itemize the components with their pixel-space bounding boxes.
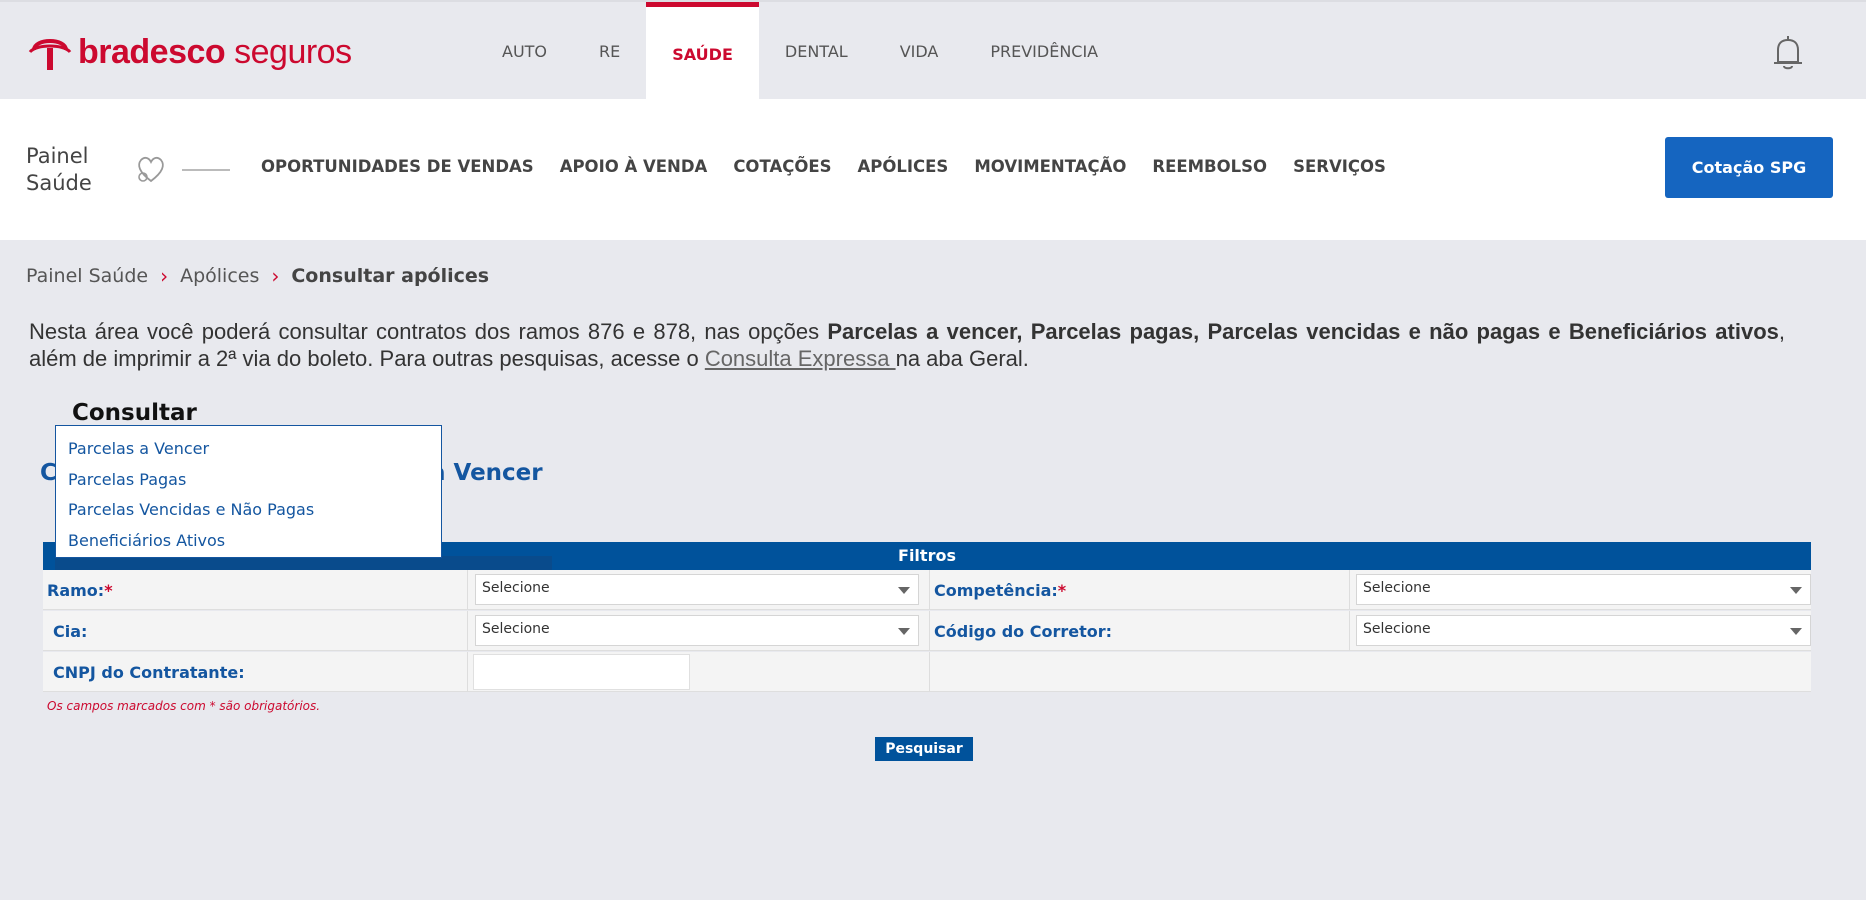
menu-apolices[interactable]: APÓLICES xyxy=(858,157,949,176)
chevron-down-icon xyxy=(898,628,910,635)
menu-apoio-venda[interactable]: APOIO À VENDA xyxy=(560,157,708,176)
breadcrumb-current: Consultar apólices xyxy=(291,265,490,287)
breadcrumb-apolices[interactable]: Apólices xyxy=(180,265,259,287)
section-title-suffix: a Vencer xyxy=(430,460,543,486)
ramo-select-value: Selecione xyxy=(482,580,550,596)
column-divider xyxy=(929,570,930,610)
required-fields-note: Os campos marcados com * são obrigatório… xyxy=(47,699,321,713)
menu-movimentacao[interactable]: MOVIMENTAÇÃO xyxy=(974,157,1126,176)
cia-label: Cia: xyxy=(53,622,88,641)
intro-bold: Parcelas a vencer, Parcelas pagas, Parce… xyxy=(827,319,1779,344)
bradesco-seguros-logo[interactable]: bradesco seguros xyxy=(26,24,352,80)
column-divider xyxy=(1349,611,1350,651)
tab-dental[interactable]: DENTAL xyxy=(759,2,874,101)
codigo-corretor-select[interactable]: Selecione xyxy=(1356,615,1811,646)
cotacao-spg-button[interactable]: Cotação SPG xyxy=(1665,137,1833,198)
consultar-dropdown[interactable]: Parcelas a Vencer Parcelas Pagas Parcela… xyxy=(55,425,442,558)
column-divider xyxy=(929,652,930,692)
intro-part3: na aba Geral. xyxy=(895,346,1029,371)
consulta-expressa-link[interactable]: Consulta Expressa xyxy=(705,346,896,371)
menu-cotacoes[interactable]: COTAÇÕES xyxy=(733,157,831,176)
option-parcelas-a-vencer[interactable]: Parcelas a Vencer xyxy=(56,436,441,467)
tab-auto[interactable]: AUTO xyxy=(476,2,573,101)
bell-icon[interactable] xyxy=(1770,32,1806,72)
filter-row-2: Cia: Selecione Código do Corretor: Selec… xyxy=(43,611,1811,651)
tab-vida[interactable]: VIDA xyxy=(874,2,965,101)
cnpj-input[interactable] xyxy=(473,654,690,690)
chevron-right-icon: › xyxy=(271,264,280,288)
divider-line xyxy=(182,169,230,171)
column-divider xyxy=(467,570,468,610)
filter-row-3: CNPJ do Contratante: xyxy=(43,652,1811,692)
competencia-select[interactable]: Selecione xyxy=(1356,574,1811,605)
column-divider xyxy=(467,652,468,692)
tab-previdencia[interactable]: PREVIDÊNCIA xyxy=(964,2,1124,101)
consultar-label: Consultar xyxy=(72,400,197,426)
bradesco-logo-icon xyxy=(28,39,72,70)
menu-reembolso[interactable]: REEMBOLSO xyxy=(1152,157,1267,176)
menu-oportunidades[interactable]: OPORTUNIDADES DE VENDAS xyxy=(261,157,534,176)
option-parcelas-pagas[interactable]: Parcelas Pagas xyxy=(56,467,441,498)
logo-text: bradesco seguros xyxy=(78,32,352,71)
panel-title-line2: Saúde xyxy=(26,171,92,195)
column-divider xyxy=(929,611,930,651)
codigo-corretor-select-value: Selecione xyxy=(1363,621,1431,637)
competencia-label: Competência:* xyxy=(934,581,1067,600)
dropdown-shadow xyxy=(55,556,552,570)
menu-servicos[interactable]: SERVIÇOS xyxy=(1293,157,1386,176)
cia-select-value: Selecione xyxy=(482,621,550,637)
intro-text: Nesta área você poderá consultar contrat… xyxy=(29,318,1785,372)
column-divider xyxy=(1349,570,1350,610)
health-heart-icon xyxy=(138,156,164,183)
breadcrumb-painel-saude[interactable]: Painel Saúde xyxy=(26,265,148,287)
option-beneficiarios-ativos[interactable]: Beneficiários Ativos xyxy=(56,528,441,559)
chevron-right-icon: › xyxy=(160,264,169,288)
breadcrumb: Painel Saúde › Apólices › Consultar apól… xyxy=(26,264,489,288)
chevron-down-icon xyxy=(1790,587,1802,594)
secondary-nav: Painel Saúde OPORTUNIDADES DE VENDAS APO… xyxy=(0,99,1866,240)
cnpj-label: CNPJ do Contratante: xyxy=(53,663,245,682)
cia-select[interactable]: Selecione xyxy=(475,615,919,646)
column-divider xyxy=(467,611,468,651)
codigo-corretor-label: Código do Corretor: xyxy=(934,622,1112,641)
top-bar: bradesco seguros AUTO RE SAÚDE DENTAL VI… xyxy=(0,0,1866,101)
tab-saude[interactable]: SAÚDE xyxy=(646,2,759,101)
filter-row-1: Ramo:* Selecione Competência:* Selecione xyxy=(43,570,1811,610)
intro-part1: Nesta área você poderá consultar contrat… xyxy=(29,319,828,344)
tab-re[interactable]: RE xyxy=(573,2,646,101)
product-tabs: AUTO RE SAÚDE DENTAL VIDA PREVIDÊNCIA xyxy=(476,2,1124,101)
competencia-select-value: Selecione xyxy=(1363,580,1431,596)
option-parcelas-vencidas[interactable]: Parcelas Vencidas e Não Pagas xyxy=(56,497,441,528)
main-menu: OPORTUNIDADES DE VENDAS APOIO À VENDA CO… xyxy=(261,157,1412,176)
chevron-down-icon xyxy=(1790,628,1802,635)
ramo-select[interactable]: Selecione xyxy=(475,574,919,605)
chevron-down-icon xyxy=(898,587,910,594)
pesquisar-button[interactable]: Pesquisar xyxy=(875,737,973,761)
ramo-label: Ramo:* xyxy=(47,581,113,600)
panel-title-line1: Painel xyxy=(26,144,89,168)
panel-title: Painel Saúde xyxy=(26,143,92,197)
